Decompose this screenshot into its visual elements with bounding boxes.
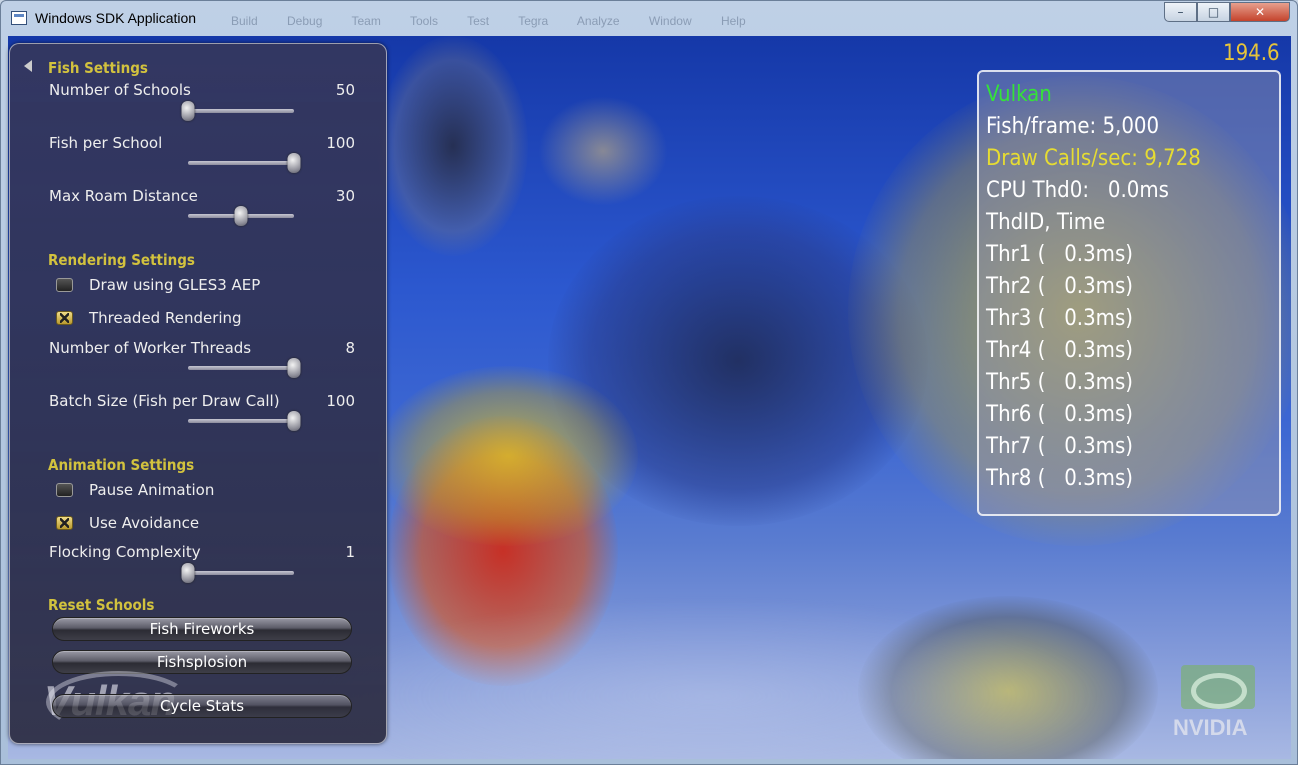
stats-fish-per-frame: Fish/frame: 5,000	[986, 114, 1160, 139]
section-reset-schools[interactable]: Reset Schools	[48, 596, 154, 614]
stats-thread-row: Thr6 ( 0.3ms)	[986, 402, 1133, 427]
slider-value-worker-threads: 8	[345, 339, 355, 357]
slider-max-roam-distance[interactable]	[188, 206, 294, 226]
slider-label-number-of-schools: Number of Schools	[49, 81, 191, 99]
slider-label-flocking-complexity: Flocking Complexity	[49, 543, 201, 561]
checkbox-label-pause-animation: Pause Animation	[89, 481, 215, 499]
section-animation-settings[interactable]: Animation Settings	[48, 456, 194, 474]
slider-fish-per-school[interactable]	[188, 153, 301, 173]
slider-value-flocking-complexity: 1	[345, 543, 355, 561]
slider-label-batch-size: Batch Size (Fish per Draw Call)	[49, 392, 280, 410]
window-title: Windows SDK Application	[35, 10, 197, 26]
slider-value-max-roam-distance: 30	[335, 187, 355, 205]
section-rendering-settings[interactable]: Rendering Settings	[48, 251, 195, 269]
slider-label-worker-threads: Number of Worker Threads	[49, 339, 252, 357]
section-fish-settings[interactable]: Fish Settings	[48, 59, 148, 77]
slider-value-number-of-schools: 50	[335, 81, 355, 99]
slider-label-fish-per-school: Fish per School	[49, 134, 163, 152]
maximize-button[interactable]: □	[1197, 2, 1230, 22]
title-bar[interactable]: Windows SDK Application Build Debug Team…	[1, 1, 1297, 35]
minimize-button[interactable]: –	[1164, 2, 1197, 22]
app-icon	[11, 11, 27, 25]
fish-fireworks-button[interactable]: Fish Fireworks	[52, 617, 352, 641]
stats-thread-row: Thr7 ( 0.3ms)	[986, 434, 1133, 459]
slider-thumb[interactable]	[181, 101, 195, 121]
fish-school-striped	[378, 36, 528, 256]
collapse-arrow-icon[interactable]	[24, 60, 32, 72]
slider-thumb[interactable]	[287, 153, 301, 173]
fish-school-small	[538, 96, 668, 206]
checkbox-gles3-aep[interactable]	[56, 278, 73, 292]
close-button[interactable]: ✕	[1230, 2, 1290, 22]
stats-thread-row: Thr4 ( 0.3ms)	[986, 338, 1133, 363]
slider-thumb[interactable]	[234, 206, 248, 226]
checkbox-label-threaded-rendering: Threaded Rendering	[89, 309, 242, 327]
slider-flocking-complexity[interactable]	[181, 563, 294, 583]
checkbox-label-gles3-aep: Draw using GLES3 AEP	[89, 276, 261, 294]
stats-thread-row: Thr2 ( 0.3ms)	[986, 274, 1133, 299]
checkbox-use-avoidance[interactable]	[56, 516, 73, 530]
slider-thumb[interactable]	[181, 563, 195, 583]
background-menu-bar: Build Debug Team Tools Test Tegra Analyz…	[231, 14, 746, 28]
stats-overlay: Vulkan Fish/frame: 5,000 Draw Calls/sec:…	[977, 70, 1281, 516]
slider-label-max-roam-distance: Max Roam Distance	[49, 187, 198, 205]
stats-header: ThdID, Time	[986, 210, 1106, 235]
stats-draw-calls: Draw Calls/sec: 9,728	[986, 146, 1201, 171]
stats-thread-row: Thr8 ( 0.3ms)	[986, 466, 1133, 491]
checkbox-pause-animation[interactable]	[56, 483, 73, 497]
stats-thread-row: Thr1 ( 0.3ms)	[986, 242, 1133, 267]
checkbox-threaded-rendering[interactable]	[56, 311, 73, 325]
fishsplosion-button[interactable]: Fishsplosion	[52, 650, 352, 674]
cycle-stats-button[interactable]: Cycle Stats	[52, 694, 352, 718]
stats-thread-row: Thr5 ( 0.3ms)	[986, 370, 1133, 395]
slider-worker-threads[interactable]	[188, 358, 301, 378]
fps-counter: 194.6	[1223, 41, 1280, 66]
nvidia-logo-text: NVIDIA	[1173, 715, 1248, 740]
slider-thumb[interactable]	[287, 358, 301, 378]
nvidia-eye-icon	[1181, 665, 1255, 709]
fish-school-yellow-left	[378, 366, 638, 546]
app-window: Windows SDK Application Build Debug Team…	[0, 0, 1298, 765]
stats-cpu-thread: CPU Thd0: 0.0ms	[986, 178, 1169, 203]
slider-thumb[interactable]	[287, 411, 301, 431]
slider-value-fish-per-school: 100	[326, 134, 355, 152]
slider-number-of-schools[interactable]	[181, 101, 294, 121]
slider-value-batch-size: 100	[326, 392, 355, 410]
checkbox-label-use-avoidance: Use Avoidance	[89, 514, 200, 532]
stats-thread-row: Thr3 ( 0.3ms)	[986, 306, 1133, 331]
slider-batch-size[interactable]	[188, 411, 301, 431]
nvidia-logo: NVIDIA	[1173, 665, 1273, 745]
settings-panel: Fish Settings Number of Schools 50 Fish …	[9, 43, 387, 744]
stats-api: Vulkan	[986, 82, 1052, 107]
